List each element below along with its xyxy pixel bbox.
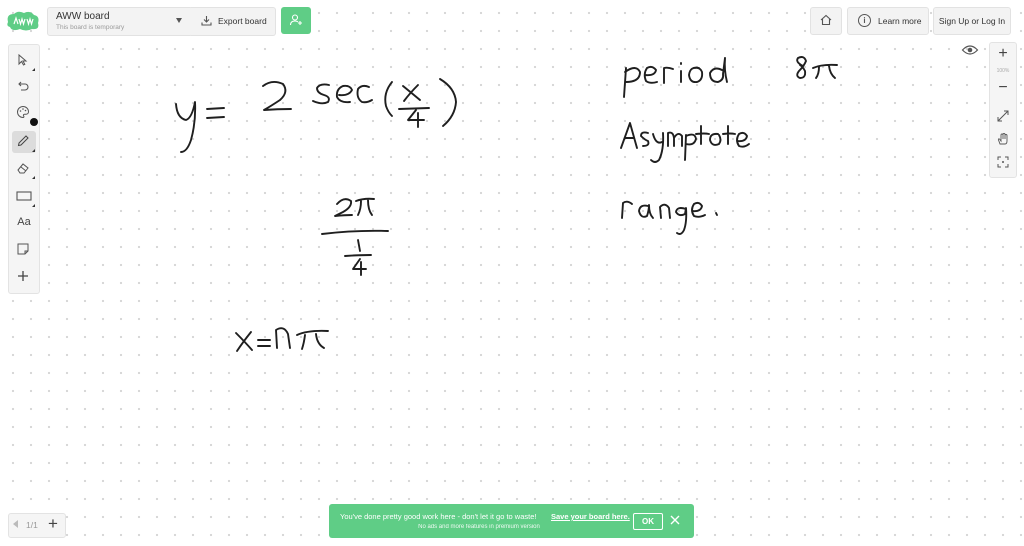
submenu-indicator-icon (32, 204, 35, 207)
fit-to-screen-icon[interactable] (996, 109, 1010, 123)
handwriting-2pi-over-quarter (321, 197, 389, 276)
export-board-label: Export board (218, 16, 267, 26)
pencil-icon (17, 135, 29, 147)
learn-more-button[interactable]: i Learn more (847, 7, 929, 35)
fullscreen-icon[interactable] (996, 155, 1010, 169)
add-user-icon (289, 14, 302, 26)
handwriting-asymptote (620, 122, 750, 163)
cursor-icon (18, 53, 28, 66)
sticky-note-icon (17, 243, 29, 255)
previous-page-icon[interactable] (13, 520, 18, 528)
rectangle-icon (16, 191, 32, 201)
select-tool[interactable] (12, 50, 36, 72)
add-page-button[interactable]: + (48, 514, 58, 534)
page-count: 1/1 (26, 520, 38, 530)
banner-ok-button[interactable]: OK (633, 513, 663, 530)
zoom-level: 100% (996, 68, 1010, 74)
palette-icon (17, 105, 30, 119)
board-subtitle: This board is temporary (56, 24, 125, 31)
board-title: AWW board (56, 11, 110, 22)
download-icon (201, 16, 212, 26)
pencil-tool[interactable] (12, 131, 36, 153)
handwriting-range (621, 200, 718, 235)
invite-user-button[interactable] (281, 7, 311, 34)
shape-tool[interactable] (12, 186, 36, 208)
board-menu[interactable]: AWW board This board is temporary (47, 7, 193, 36)
eraser-icon (17, 163, 29, 174)
learn-more-label: Learn more (878, 16, 922, 26)
home-button[interactable] (810, 7, 842, 35)
view-mode-button[interactable] (961, 43, 981, 61)
sign-in-button[interactable]: Sign Up or Log In (933, 7, 1011, 35)
handwriting-period-8pi (623, 56, 838, 98)
banner-message: You've done pretty good work here - don'… (340, 512, 537, 521)
info-icon: i (858, 14, 871, 27)
close-icon[interactable] (669, 514, 681, 526)
tool-palette: Aa (8, 44, 40, 294)
submenu-indicator-icon (32, 149, 35, 152)
hand-icon[interactable] (996, 132, 1010, 146)
save-board-link[interactable]: Save your board here. (551, 512, 630, 521)
submenu-indicator-icon (32, 176, 35, 179)
color-tool[interactable] (12, 102, 38, 126)
export-board-button[interactable]: Export board (191, 7, 276, 36)
zoom-out-button[interactable]: − (990, 79, 1016, 97)
undo-icon (18, 81, 29, 91)
banner-subtext: No ads and more features in premium vers… (418, 524, 540, 530)
plus-icon (18, 271, 28, 281)
caret-down-icon[interactable] (176, 18, 182, 23)
undo-tool[interactable] (12, 76, 36, 98)
text-tool-label: Aa (17, 216, 31, 228)
aww-logo[interactable] (6, 10, 40, 32)
sticky-note-tool[interactable] (12, 239, 36, 261)
page-navigator: 1/1 + (8, 513, 66, 538)
text-tool[interactable]: Aa (12, 212, 36, 234)
whiteboard-drawing (175, 56, 838, 352)
handwriting-equation-y-equals-2sec (175, 78, 457, 153)
eye-icon (961, 45, 979, 55)
home-icon (820, 14, 832, 26)
submenu-indicator-icon (32, 68, 35, 71)
zoom-controls: + 100% − (989, 42, 1017, 178)
zoom-in-button[interactable]: + (990, 45, 1016, 63)
handwriting-x-equals-n-pi (235, 327, 329, 352)
sign-in-label: Sign Up or Log In (938, 16, 1006, 26)
save-board-banner: You've done pretty good work here - don'… (329, 504, 694, 538)
add-tool-button[interactable] (12, 266, 36, 288)
eraser-tool[interactable] (12, 158, 36, 180)
current-color-swatch (30, 118, 38, 126)
